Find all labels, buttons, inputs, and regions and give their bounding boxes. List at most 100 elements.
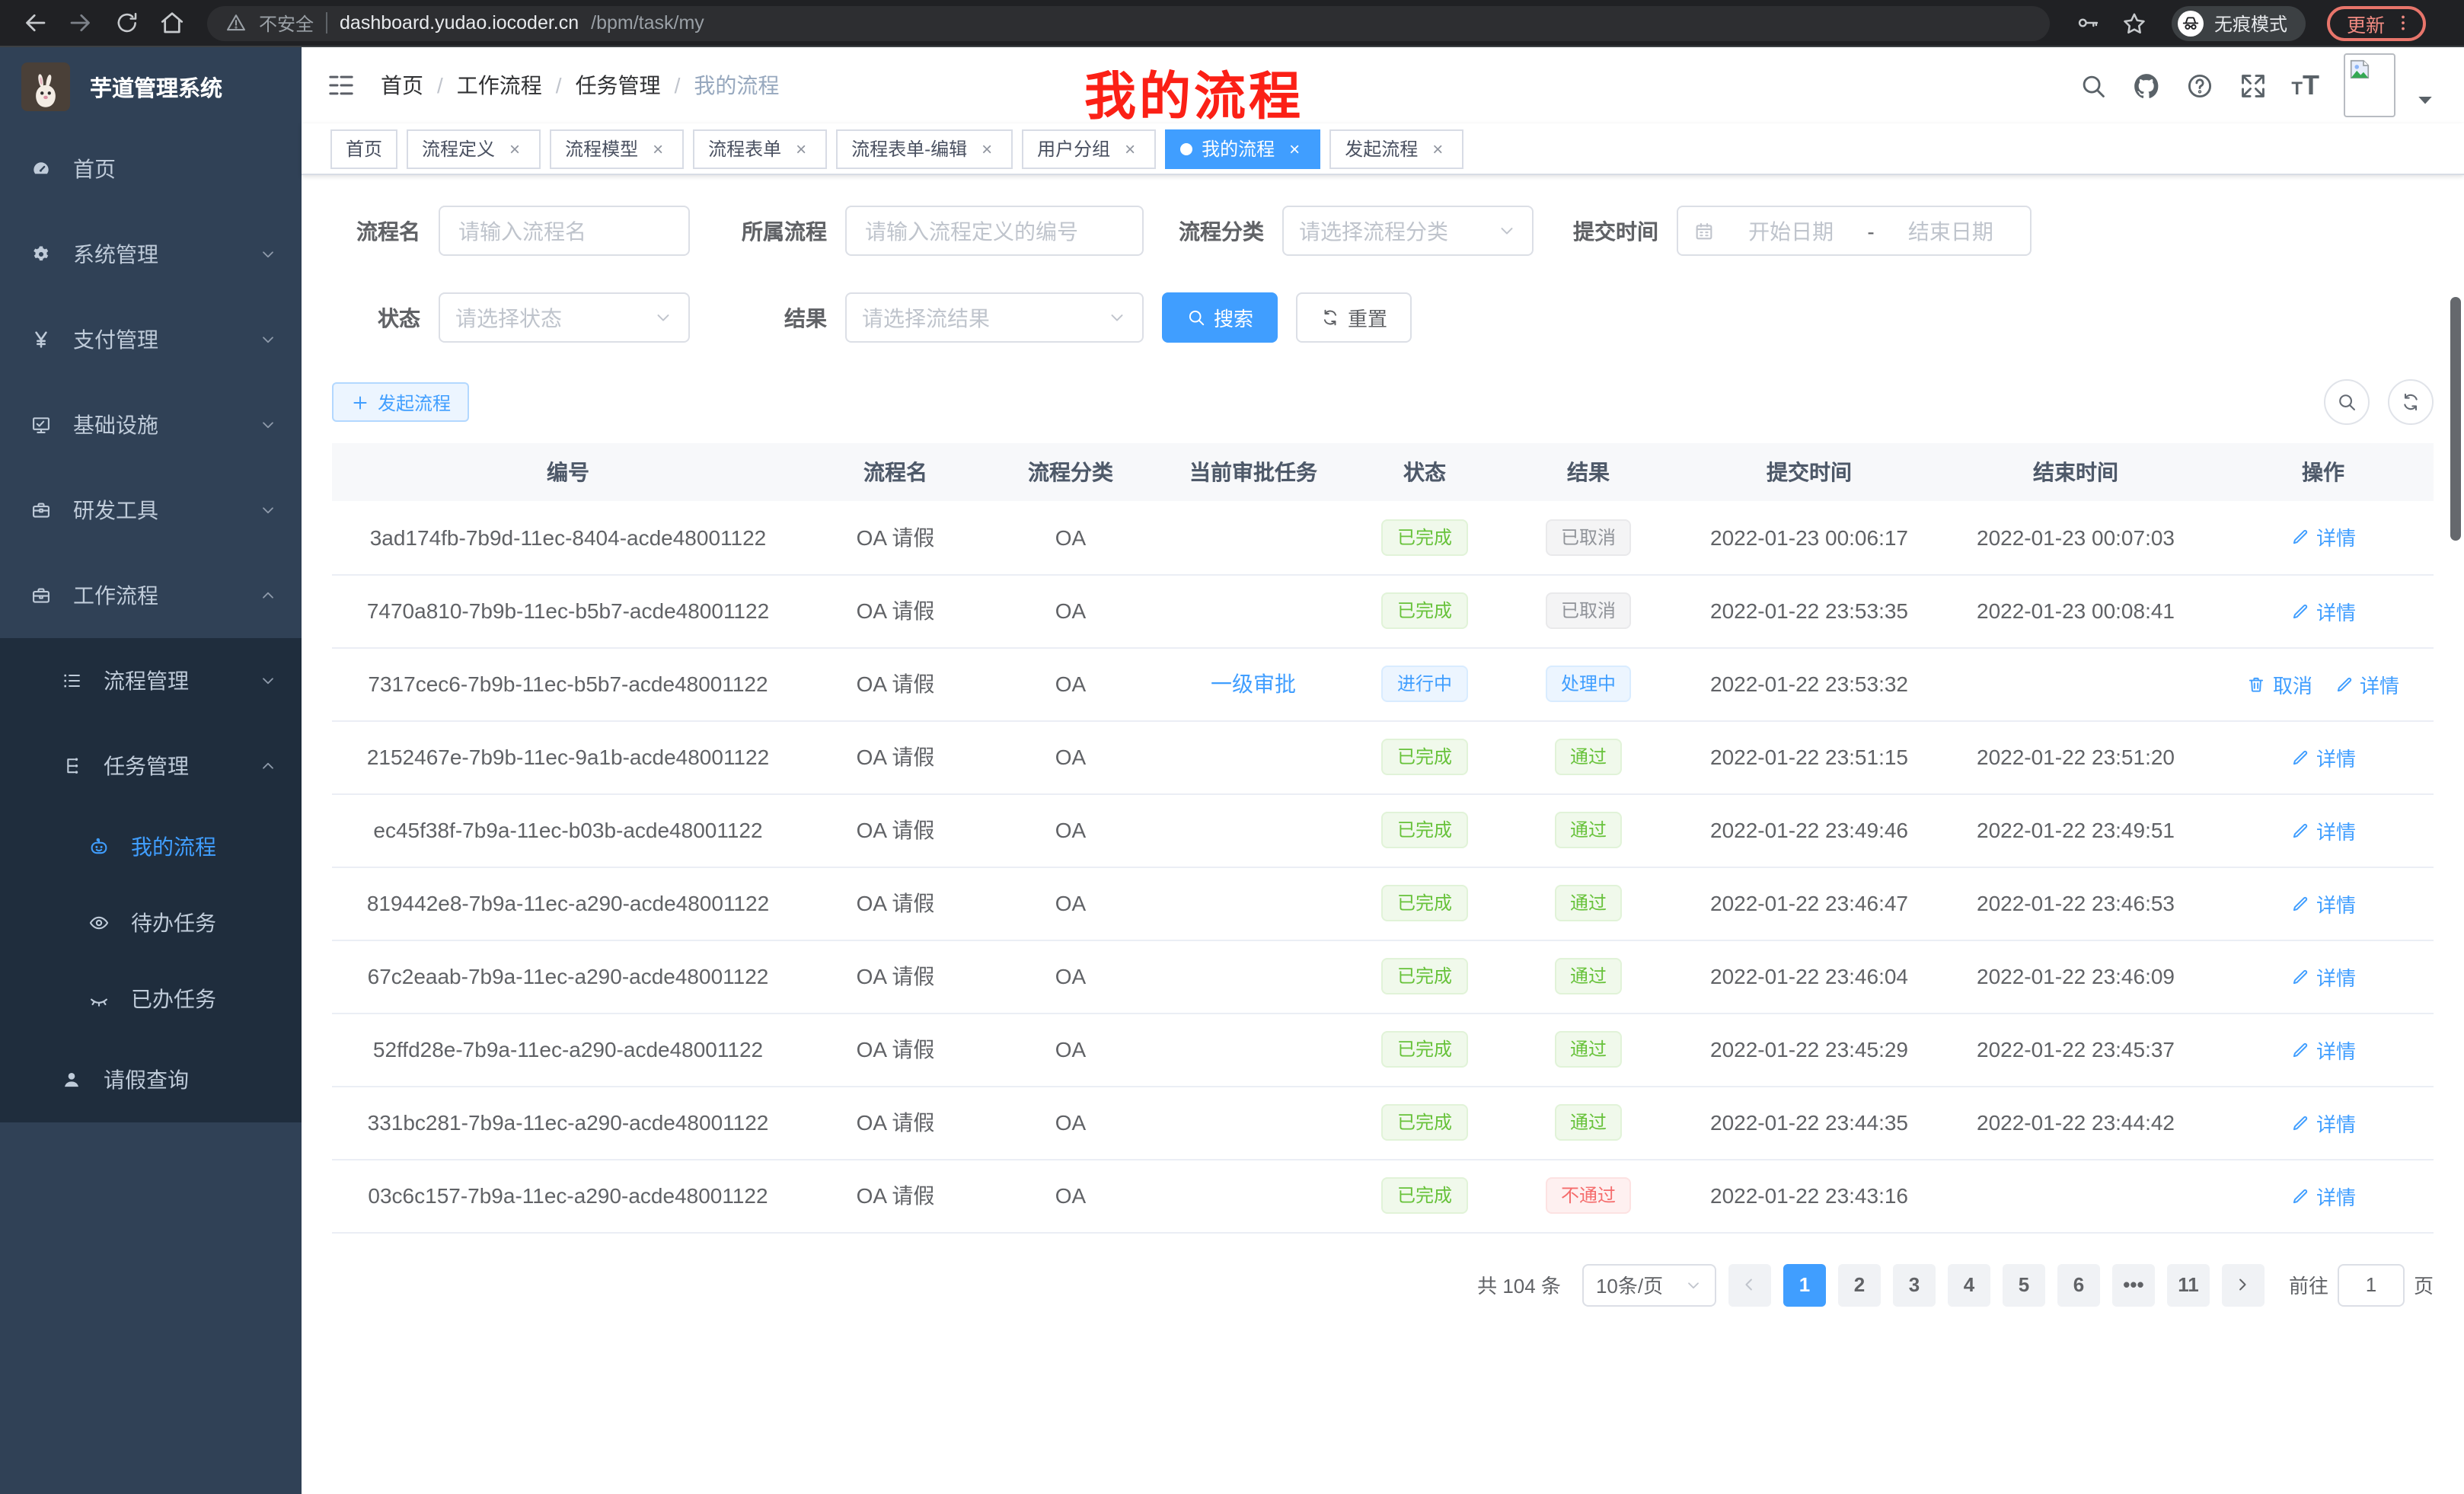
password-key-icon[interactable] (2068, 3, 2108, 43)
bookmark-star-icon[interactable] (2114, 3, 2153, 43)
sidebar-item-workflow[interactable]: 工作流程 (0, 553, 302, 638)
detail-action-link[interactable]: 详情 (2290, 1035, 2356, 1064)
detail-action-link[interactable]: 详情 (2290, 962, 2356, 991)
sidebar-item-my-process[interactable]: 我的流程 (0, 809, 302, 885)
task-link[interactable]: 一级审批 (1211, 672, 1296, 696)
hamburger-icon[interactable] (326, 70, 356, 101)
avatar-caret-icon[interactable] (2411, 85, 2440, 113)
cell-process-name: OA 请假 (804, 501, 987, 574)
page-ellipsis[interactable]: ••• (2112, 1263, 2155, 1306)
sidebar-item-done-tasks[interactable]: 已办任务 (0, 961, 302, 1037)
page-button-5[interactable]: 5 (2003, 1263, 2045, 1306)
detail-action-link[interactable]: 详情 (2290, 523, 2356, 552)
close-icon[interactable]: × (647, 138, 669, 159)
result-badge: 通过 (1555, 739, 1622, 775)
page-button-4[interactable]: 4 (1948, 1263, 1990, 1306)
tab-process-definition[interactable]: 流程定义× (407, 129, 541, 168)
page-size-select[interactable]: 10条/页 (1582, 1263, 1716, 1306)
cell-result: 已取消 (1497, 501, 1680, 574)
tab-start-process[interactable]: 发起流程× (1329, 129, 1463, 168)
category-label: 流程分类 (1144, 215, 1282, 246)
cell-end-time: 2022-01-23 00:07:03 (1939, 501, 2213, 574)
cell-current-task (1154, 720, 1352, 793)
close-icon[interactable]: × (1119, 138, 1141, 159)
breadcrumb-home[interactable]: 首页 (381, 70, 423, 101)
result-select[interactable]: 请选择流结果 (845, 292, 1144, 343)
pencil-icon (2290, 1186, 2310, 1205)
browser-menu-icon[interactable] (2392, 12, 2414, 34)
tab-process-model[interactable]: 流程模型× (550, 129, 684, 168)
column-header: 流程名 (804, 443, 987, 501)
detail-action-link[interactable]: 详情 (2290, 1108, 2356, 1137)
next-page-button[interactable] (2222, 1263, 2265, 1306)
cell-submit-time: 2022-01-23 00:06:17 (1680, 501, 1939, 574)
sidebar-item-task-management[interactable]: 任务管理 (0, 723, 302, 809)
detail-action-link[interactable]: 详情 (2290, 816, 2356, 844)
search-button[interactable]: 搜索 (1162, 292, 1278, 343)
process-name-input[interactable] (439, 206, 690, 256)
process-name-label: 流程名 (332, 215, 439, 246)
page-button-1[interactable]: 1 (1783, 1263, 1826, 1306)
category-select[interactable]: 请选择流程分类 (1282, 206, 1534, 256)
monitor-icon (30, 414, 52, 436)
close-icon[interactable]: × (1284, 138, 1305, 159)
sidebar-item-todo-tasks[interactable]: 待办任务 (0, 885, 302, 961)
tab-process-form-edit[interactable]: 流程表单-编辑× (836, 129, 1013, 168)
github-icon[interactable] (2131, 71, 2160, 100)
page-button-3[interactable]: 3 (1893, 1263, 1936, 1306)
close-icon[interactable]: × (790, 138, 812, 159)
page-button-2[interactable]: 2 (1838, 1263, 1881, 1306)
sidebar-item-label: 任务管理 (104, 751, 189, 781)
font-size-icon[interactable]: TT (2291, 69, 2319, 101)
forward-icon[interactable] (61, 3, 101, 43)
help-icon[interactable] (2185, 71, 2213, 100)
page-button-11[interactable]: 11 (2167, 1263, 2210, 1306)
sidebar-item-payment-management[interactable]: 支付管理 (0, 297, 302, 382)
address-bar[interactable]: 不安全 dashboard.yudao.iocoder.cn/bpm/task/… (207, 5, 2050, 40)
detail-action-link[interactable]: 详情 (2290, 1181, 2356, 1210)
tab-my-process[interactable]: 我的流程× (1165, 129, 1320, 168)
detail-action-link[interactable]: 详情 (2290, 596, 2356, 625)
sidebar-item-home[interactable]: 首页 (0, 126, 302, 212)
reset-button[interactable]: 重置 (1296, 292, 1412, 343)
cell-current-task (1154, 1159, 1352, 1232)
sidebar-item-process-management[interactable]: 流程管理 (0, 638, 302, 723)
submit-time-label: 提交时间 (1534, 215, 1677, 246)
avatar[interactable] (2344, 53, 2395, 117)
close-icon[interactable]: × (504, 138, 525, 159)
detail-action-link[interactable]: 详情 (2334, 669, 2399, 698)
scrollbar-thumb[interactable] (2450, 297, 2461, 541)
update-button[interactable]: 更新 (2327, 5, 2426, 40)
user-icon (61, 1069, 82, 1090)
breadcrumb-workflow[interactable]: 工作流程 (457, 70, 542, 101)
sidebar-item-dev-tools[interactable]: 研发工具 (0, 468, 302, 553)
back-icon[interactable] (15, 3, 55, 43)
search-icon[interactable] (2078, 71, 2107, 100)
submit-time-range[interactable]: 开始日期 - 结束日期 (1677, 206, 2032, 256)
detail-action-link[interactable]: 详情 (2290, 889, 2356, 918)
goto-page-input[interactable] (2338, 1263, 2405, 1306)
detail-action-link[interactable]: 详情 (2290, 742, 2356, 771)
reload-icon[interactable] (107, 3, 146, 43)
tab-process-form[interactable]: 流程表单× (693, 129, 827, 168)
fullscreen-icon[interactable] (2238, 71, 2267, 100)
sidebar-item-system-management[interactable]: 系统管理 (0, 212, 302, 297)
start-process-button[interactable]: 发起流程 (332, 382, 469, 422)
action-label: 详情 (2316, 816, 2356, 844)
cancel-action-link[interactable]: 取消 (2247, 669, 2312, 698)
breadcrumb-task-management[interactable]: 任务管理 (576, 70, 661, 101)
tab-user-group[interactable]: 用户分组× (1022, 129, 1156, 168)
sidebar-item-infrastructure[interactable]: 基础设施 (0, 382, 302, 468)
refresh-table-button[interactable] (2388, 379, 2434, 425)
parent-process-input[interactable] (845, 206, 1144, 256)
show-search-button[interactable] (2324, 379, 2370, 425)
close-icon[interactable]: × (976, 138, 997, 159)
sidebar-item-leave-query[interactable]: 请假查询 (0, 1037, 302, 1122)
prev-page-button[interactable] (1728, 1263, 1771, 1306)
url-host: dashboard.yudao.iocoder.cn (340, 12, 579, 34)
close-icon[interactable]: × (1427, 138, 1448, 159)
status-select[interactable]: 请选择状态 (439, 292, 690, 343)
tab-home[interactable]: 首页 (330, 129, 397, 168)
home-icon[interactable] (152, 3, 192, 43)
page-button-6[interactable]: 6 (2057, 1263, 2100, 1306)
